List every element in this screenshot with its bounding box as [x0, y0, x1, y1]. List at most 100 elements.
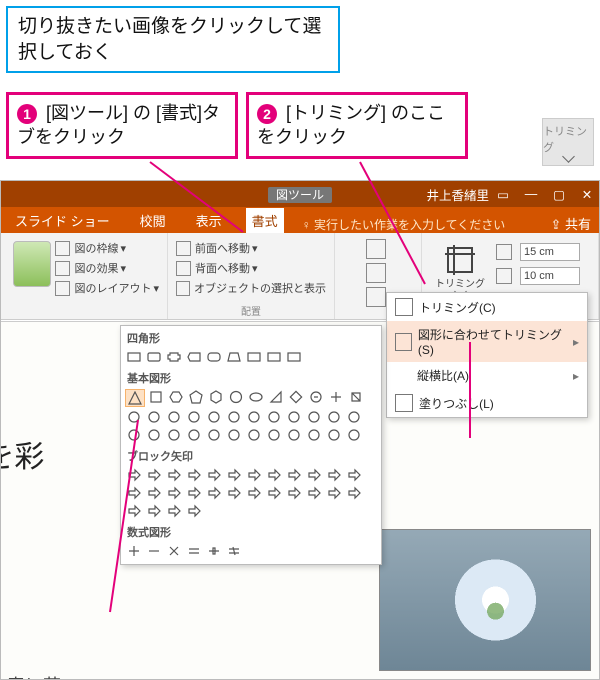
shape-option[interactable] — [247, 389, 265, 405]
shape-option[interactable] — [205, 427, 223, 443]
shape-option[interactable] — [347, 389, 365, 405]
shape-option[interactable] — [265, 349, 283, 365]
shape-option[interactable] — [185, 485, 203, 501]
shape-option[interactable] — [165, 543, 183, 559]
shape-option[interactable] — [267, 389, 285, 405]
close-icon[interactable]: ✕ — [579, 186, 595, 202]
shape-option[interactable] — [185, 467, 203, 483]
shape-option[interactable] — [345, 485, 363, 501]
send-backward[interactable]: 背面へ移動▾ — [176, 260, 326, 276]
tab-review[interactable]: 校閲 — [134, 208, 172, 233]
crop-menu-fill[interactable]: 塗りつぶし(L) — [387, 389, 587, 417]
shape-option[interactable] — [205, 485, 223, 501]
shape-option[interactable] — [125, 503, 143, 519]
shape-option[interactable] — [345, 467, 363, 483]
rotate-icon[interactable] — [366, 287, 386, 307]
shape-option[interactable] — [145, 467, 163, 483]
tell-me[interactable]: ♀ 実行したい作業を入力してください — [302, 216, 506, 233]
shape-option[interactable] — [225, 485, 243, 501]
minimize-icon[interactable]: — — [523, 186, 539, 202]
ribbon-options-icon[interactable]: ▭ — [495, 186, 511, 202]
shape-option[interactable] — [307, 389, 325, 405]
slide-selected-image[interactable] — [379, 529, 591, 671]
shape-option[interactable] — [225, 543, 243, 559]
shape-option[interactable] — [205, 409, 223, 425]
height-field[interactable]: 15 cm — [520, 243, 580, 261]
shape-option[interactable] — [225, 349, 243, 365]
share-button[interactable]: ⇪ 共有 — [550, 214, 591, 233]
shape-option[interactable] — [147, 389, 165, 405]
align-icon[interactable] — [366, 239, 386, 259]
shape-option[interactable] — [125, 467, 143, 483]
shape-option[interactable] — [187, 389, 205, 405]
shape-option[interactable] — [125, 409, 143, 425]
shape-option[interactable] — [245, 349, 263, 365]
shape-option[interactable] — [165, 349, 183, 365]
picture-layout[interactable]: 図のレイアウト▾ — [55, 280, 159, 296]
shape-option[interactable] — [305, 409, 323, 425]
shape-option[interactable] — [287, 389, 305, 405]
shape-option[interactable] — [165, 485, 183, 501]
shape-option[interactable] — [285, 409, 303, 425]
shape-option[interactable] — [325, 427, 343, 443]
shape-option[interactable] — [325, 409, 343, 425]
shape-option[interactable] — [285, 349, 303, 365]
tab-format[interactable]: 書式 — [246, 208, 284, 233]
shape-option[interactable] — [145, 543, 163, 559]
shape-option[interactable] — [305, 467, 323, 483]
shape-option[interactable] — [185, 543, 203, 559]
shape-option[interactable] — [185, 503, 203, 519]
shape-option[interactable] — [327, 389, 345, 405]
shape-option[interactable] — [185, 349, 203, 365]
shape-option[interactable] — [245, 409, 263, 425]
shape-option[interactable] — [245, 467, 263, 483]
picture-border[interactable]: 図の枠線▾ — [55, 240, 159, 256]
tab-view[interactable]: 表示 — [190, 208, 228, 233]
shape-option[interactable] — [145, 503, 163, 519]
shape-option[interactable] — [285, 485, 303, 501]
shape-option[interactable] — [227, 389, 245, 405]
shape-option[interactable] — [245, 427, 263, 443]
shape-option[interactable] — [325, 467, 343, 483]
bring-forward[interactable]: 前面へ移動▾ — [176, 240, 326, 256]
shape-option[interactable] — [305, 427, 323, 443]
selection-pane[interactable]: オブジェクトの選択と表示 — [176, 280, 326, 296]
group-icon[interactable] — [366, 263, 386, 283]
shape-option[interactable] — [245, 485, 263, 501]
shape-option[interactable] — [205, 543, 223, 559]
shape-option[interactable] — [345, 427, 363, 443]
crop-menu-crop[interactable]: トリミング(C) — [387, 293, 587, 321]
shape-option[interactable] — [205, 467, 223, 483]
picture-style-thumb[interactable] — [13, 241, 51, 287]
shape-option[interactable] — [145, 427, 163, 443]
shape-option[interactable] — [145, 485, 163, 501]
shape-option[interactable] — [285, 467, 303, 483]
shape-option[interactable] — [145, 349, 163, 365]
shape-option[interactable] — [185, 427, 203, 443]
shape-option[interactable] — [265, 427, 283, 443]
shape-option[interactable] — [145, 409, 163, 425]
shape-option[interactable] — [165, 503, 183, 519]
shape-option[interactable] — [207, 389, 225, 405]
shape-option[interactable] — [125, 349, 143, 365]
shape-option[interactable] — [225, 409, 243, 425]
shape-option[interactable] — [125, 427, 143, 443]
shape-option[interactable] — [265, 409, 283, 425]
picture-effects[interactable]: 図の効果▾ — [55, 260, 159, 276]
width-field[interactable]: 10 cm — [520, 267, 580, 285]
crop-menu-aspect[interactable]: 縦横比(A)▸ — [387, 362, 587, 389]
shape-option[interactable] — [285, 427, 303, 443]
shape-option[interactable] — [345, 409, 363, 425]
shape-option[interactable] — [265, 485, 283, 501]
shape-option[interactable] — [265, 467, 283, 483]
shape-option[interactable] — [125, 485, 143, 501]
shape-option[interactable] — [167, 389, 185, 405]
crop-menu-shape[interactable]: 図形に合わせてトリミング(S)▸ — [387, 321, 587, 362]
tab-slideshow[interactable]: スライド ショー — [9, 208, 116, 233]
shape-option[interactable] — [165, 427, 183, 443]
shape-option[interactable] — [125, 543, 143, 559]
shape-option[interactable] — [165, 409, 183, 425]
shape-option[interactable] — [205, 349, 223, 365]
shape-option[interactable] — [225, 427, 243, 443]
shape-option[interactable] — [165, 467, 183, 483]
